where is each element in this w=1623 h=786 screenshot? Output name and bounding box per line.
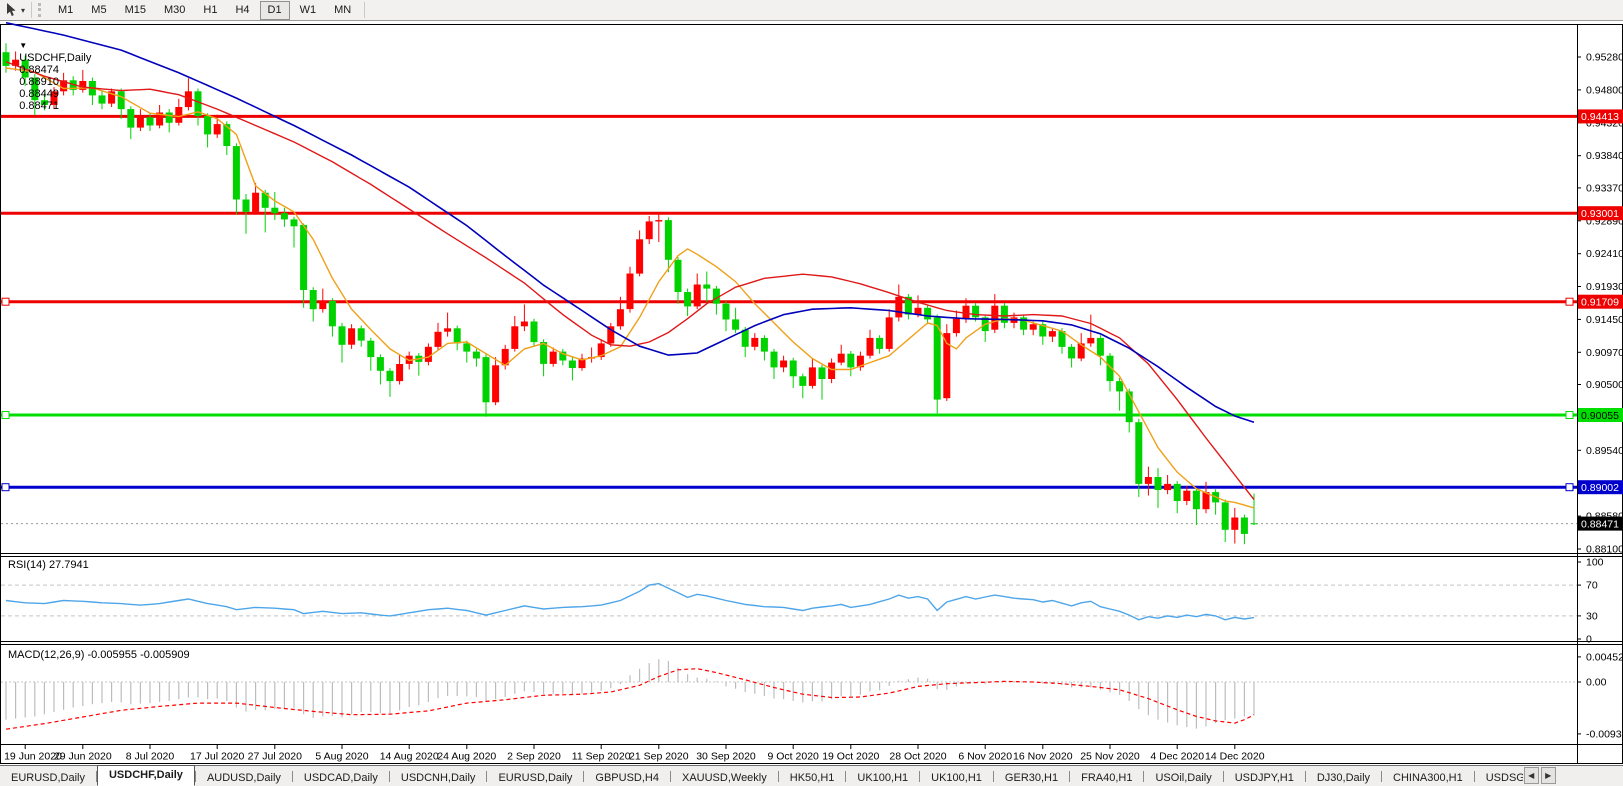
price-tick-label: 0.93370: [1586, 182, 1623, 194]
price-tick-label: 0.95280: [1586, 52, 1623, 64]
toolbar-separator: [364, 2, 365, 18]
timeframe-button-d1[interactable]: D1: [260, 1, 290, 20]
chart-tab-audusd-daily[interactable]: AUDUSD,Daily: [196, 770, 292, 786]
date-tick-label: 28 Oct 2020: [889, 751, 946, 763]
price-tick-label: 0.90970: [1586, 347, 1623, 359]
rsi-axis-label: 100: [1586, 557, 1604, 569]
timeframe-button-m15[interactable]: M15: [117, 1, 154, 20]
chart-title: ▼ USDCHF,Daily 0.88474 0.88910 0.88449 0…: [7, 28, 94, 124]
date-tick-label: 2 Sep 2020: [507, 751, 561, 763]
chart-tab-eurusd-daily[interactable]: EURUSD,Daily: [0, 770, 96, 786]
chart-tab-china300-h1[interactable]: CHINA300,H1: [1382, 770, 1474, 786]
ohlc-high: 0.88910: [19, 76, 59, 88]
chart-tab-uk100-h1[interactable]: UK100,H1: [846, 770, 919, 786]
chart-tab-eurusd-daily[interactable]: EURUSD,Daily: [487, 770, 583, 786]
price-tick-label: 0.89540: [1586, 445, 1623, 457]
timeframe-button-m5[interactable]: M5: [83, 1, 114, 20]
date-tick-label: 4 Dec 2020: [1150, 751, 1204, 763]
date-tick-label: 17 Jul 2020: [190, 751, 244, 763]
chart-canvas[interactable]: 0.952800.948000.943200.938400.933700.928…: [0, 22, 1623, 765]
date-tick-label: 25 Nov 2020: [1080, 751, 1140, 763]
rsi-axis-label: 70: [1586, 580, 1598, 592]
ohlc-low: 0.88449: [19, 88, 59, 100]
chart-tab-fra40-h1[interactable]: FRA40,H1: [1070, 770, 1143, 786]
timeframe-button-h1[interactable]: H1: [195, 1, 225, 20]
line-marker[interactable]: [1566, 298, 1573, 305]
date-tick-label: 8 Jul 2020: [126, 751, 175, 763]
timeframe-button-m30[interactable]: M30: [156, 1, 193, 20]
price-tick-label: 0.91450: [1586, 314, 1623, 326]
rsi-indicator-label: RSI(14) 27.7941: [8, 559, 89, 571]
date-tick-label: 14 Dec 2020: [1205, 751, 1265, 763]
timeframe-button-mn[interactable]: MN: [326, 1, 359, 20]
date-tick-label: 16 Nov 2020: [1013, 751, 1073, 763]
timeframe-button-group: M1M5M15M30H1H4D1W1MN: [49, 1, 360, 20]
timeframe-button-w1[interactable]: W1: [292, 1, 325, 20]
macd-indicator-label: MACD(12,26,9) -0.005955 -0.005909: [8, 649, 190, 661]
chart-svg[interactable]: 0.952800.948000.943200.938400.933700.928…: [0, 22, 1623, 765]
line-marker[interactable]: [2, 298, 9, 305]
price-level-badge-label: 0.94413: [1581, 111, 1619, 123]
price-tick-label: 0.90500: [1586, 379, 1623, 391]
price-tick-label: 0.88100: [1586, 544, 1623, 556]
chart-tab-xauusd-weekly[interactable]: XAUUSD,Weekly: [671, 770, 778, 786]
line-marker[interactable]: [2, 484, 9, 491]
date-tick-label: 19 Oct 2020: [822, 751, 879, 763]
macd-axis-label: 0.004527: [1586, 651, 1623, 663]
collapse-icon[interactable]: ▼: [19, 41, 27, 50]
line-marker[interactable]: [2, 412, 9, 419]
date-tick-label: 24 Aug 2020: [437, 751, 496, 763]
chart-tab-ger30-h1[interactable]: GER30,H1: [994, 770, 1069, 786]
tabs-scroll-left-icon[interactable]: ◀: [1524, 767, 1539, 784]
toolbar-grip-handle[interactable]: [38, 3, 44, 17]
price-level-badge-label: 0.91709: [1581, 297, 1619, 309]
price-level-badge-label: 0.90055: [1581, 410, 1619, 422]
ohlc-close: 0.88471: [19, 100, 59, 112]
date-tick-label: 11 Sep 2020: [572, 751, 631, 763]
chart-tab-usdjpy-h1[interactable]: USDJPY,H1: [1224, 770, 1305, 786]
tabs-scroll-right-icon[interactable]: ▶: [1541, 767, 1556, 784]
rsi-axis-label: 30: [1586, 610, 1598, 622]
price-tick-label: 0.93840: [1586, 150, 1623, 162]
cursor-tool-button[interactable]: ▾: [3, 2, 27, 18]
chart-tab-usdsgd-h1[interactable]: USDSGD,H1: [1475, 770, 1523, 786]
price-tick-label: 0.91930: [1586, 281, 1623, 293]
chart-tab-usoil-daily[interactable]: USOil,Daily: [1144, 770, 1222, 786]
current-price-badge: 0.88471: [1581, 518, 1619, 530]
macd-axis-label: -0.009348: [1586, 728, 1623, 740]
date-tick-label: 9 Oct 2020: [768, 751, 820, 763]
ohlc-open: 0.88474: [19, 64, 59, 76]
timeframe-button-h4[interactable]: H4: [227, 1, 257, 20]
chart-symbol: USDCHF,Daily: [19, 52, 91, 64]
chart-tab-usdcad-daily[interactable]: USDCAD,Daily: [293, 770, 389, 786]
date-tick-label: 21 Sep 2020: [629, 751, 689, 763]
top-toolbar: ▾ M1M5M15M30H1H4D1W1MN: [0, 0, 1623, 21]
date-tick-label: 29 Jun 2020: [54, 751, 112, 763]
macd-axis-label: 0.00: [1586, 677, 1607, 689]
chart-window-frame: [1, 25, 1623, 764]
date-tick-label: 6 Nov 2020: [958, 751, 1012, 763]
price-tick-label: 0.94800: [1586, 84, 1623, 96]
toolbar-separator: [31, 2, 32, 18]
chart-tab-hk50-h1[interactable]: HK50,H1: [779, 770, 846, 786]
timeframe-button-m1[interactable]: M1: [50, 1, 81, 20]
price-level-badge-label: 0.93001: [1581, 208, 1619, 220]
chart-tab-bar: EURUSD,DailyUSDCHF,DailyAUDUSD,DailyUSDC…: [0, 765, 1623, 786]
cursor-icon: [5, 3, 18, 17]
line-marker[interactable]: [1566, 412, 1573, 419]
chart-tab-usdcnh-daily[interactable]: USDCNH,Daily: [390, 770, 487, 786]
chart-tab-uk100-h1[interactable]: UK100,H1: [920, 770, 993, 786]
chart-tab-dj30-daily[interactable]: DJ30,Daily: [1306, 770, 1381, 786]
price-level-badge-label: 0.89002: [1581, 482, 1619, 494]
line-marker[interactable]: [1566, 484, 1573, 491]
date-tick-label: 27 Jul 2020: [248, 751, 302, 763]
rsi-axis-label: 0: [1586, 634, 1592, 646]
price-tick-label: 0.92410: [1586, 248, 1623, 260]
chevron-down-icon[interactable]: ▾: [21, 6, 25, 15]
date-tick-label: 14 Aug 2020: [380, 751, 439, 763]
chart-tab-gbpusd-h4[interactable]: GBPUSD,H4: [584, 770, 670, 786]
date-tick-label: 30 Sep 2020: [696, 751, 756, 763]
chart-tab-usdchf-daily[interactable]: USDCHF,Daily: [97, 765, 195, 786]
date-tick-label: 5 Aug 2020: [315, 751, 368, 763]
